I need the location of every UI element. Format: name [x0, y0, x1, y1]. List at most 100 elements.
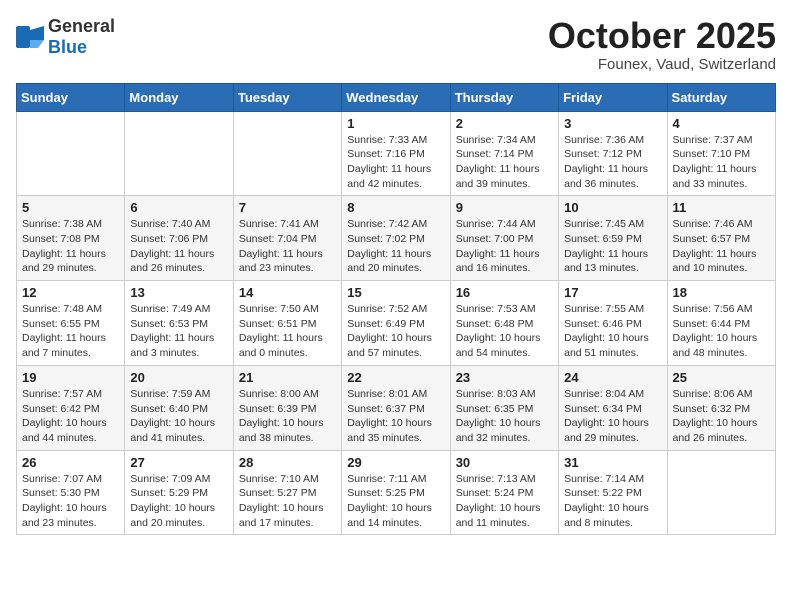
- weekday-header-thursday: Thursday: [450, 83, 558, 111]
- calendar-cell: [17, 111, 125, 196]
- day-info: Sunrise: 7:09 AM Sunset: 5:29 PM Dayligh…: [130, 472, 227, 531]
- day-info: Sunrise: 7:33 AM Sunset: 7:16 PM Dayligh…: [347, 133, 444, 192]
- day-number: 3: [564, 116, 661, 131]
- day-number: 10: [564, 200, 661, 215]
- day-info: Sunrise: 8:01 AM Sunset: 6:37 PM Dayligh…: [347, 387, 444, 446]
- calendar-cell: 1 Sunrise: 7:33 AM Sunset: 7:16 PM Daylig…: [342, 111, 450, 196]
- calendar-cell: [233, 111, 341, 196]
- day-number: 7: [239, 200, 336, 215]
- day-number: 18: [673, 285, 770, 300]
- calendar-cell: 17 Sunrise: 7:55 AM Sunset: 6:46 PM Dayli…: [559, 281, 667, 366]
- day-info: Sunrise: 7:14 AM Sunset: 5:22 PM Dayligh…: [564, 472, 661, 531]
- week-row-5: 26 Sunrise: 7:07 AM Sunset: 5:30 PM Dayli…: [17, 450, 776, 535]
- day-number: 30: [456, 455, 553, 470]
- calendar-header: General Blue October 2025 Founex, Vaud, …: [16, 16, 776, 73]
- calendar-cell: 31 Sunrise: 7:14 AM Sunset: 5:22 PM Dayli…: [559, 450, 667, 535]
- calendar-cell: 23 Sunrise: 8:03 AM Sunset: 6:35 PM Dayli…: [450, 365, 558, 450]
- calendar-cell: 13 Sunrise: 7:49 AM Sunset: 6:53 PM Dayli…: [125, 281, 233, 366]
- calendar-cell: 20 Sunrise: 7:59 AM Sunset: 6:40 PM Dayli…: [125, 365, 233, 450]
- day-number: 27: [130, 455, 227, 470]
- calendar-cell: [667, 450, 775, 535]
- calendar-cell: 4Sunrise: 7:37 AM Sunset: 7:10 PM Daylig…: [667, 111, 775, 196]
- calendar-cell: 11 Sunrise: 7:46 AM Sunset: 6:57 PM Dayli…: [667, 196, 775, 281]
- calendar-cell: 28 Sunrise: 7:10 AM Sunset: 5:27 PM Dayli…: [233, 450, 341, 535]
- calendar-cell: 16 Sunrise: 7:53 AM Sunset: 6:48 PM Dayli…: [450, 281, 558, 366]
- day-info: Sunrise: 7:45 AM Sunset: 6:59 PM Dayligh…: [564, 217, 661, 276]
- calendar-cell: 25 Sunrise: 8:06 AM Sunset: 6:32 PM Dayli…: [667, 365, 775, 450]
- calendar-table: SundayMondayTuesdayWednesdayThursdayFrid…: [16, 83, 776, 536]
- day-number: 19: [22, 370, 119, 385]
- day-info: Sunrise: 7:44 AM Sunset: 7:00 PM Dayligh…: [456, 217, 553, 276]
- day-info: Sunrise: 8:03 AM Sunset: 6:35 PM Dayligh…: [456, 387, 553, 446]
- day-info: Sunrise: 7:07 AM Sunset: 5:30 PM Dayligh…: [22, 472, 119, 531]
- weekday-header-wednesday: Wednesday: [342, 83, 450, 111]
- month-title: October 2025: [548, 16, 776, 56]
- week-row-3: 12 Sunrise: 7:48 AM Sunset: 6:55 PM Dayli…: [17, 281, 776, 366]
- day-number: 12: [22, 285, 119, 300]
- week-row-4: 19 Sunrise: 7:57 AM Sunset: 6:42 PM Dayli…: [17, 365, 776, 450]
- day-info: Sunrise: 7:40 AM Sunset: 7:06 PM Dayligh…: [130, 217, 227, 276]
- day-number: 1: [347, 116, 444, 131]
- weekday-header-monday: Monday: [125, 83, 233, 111]
- week-row-1: 1 Sunrise: 7:33 AM Sunset: 7:16 PM Daylig…: [17, 111, 776, 196]
- day-info: Sunrise: 7:41 AM Sunset: 7:04 PM Dayligh…: [239, 217, 336, 276]
- day-info: Sunrise: 7:55 AM Sunset: 6:46 PM Dayligh…: [564, 302, 661, 361]
- day-info: Sunrise: 7:38 AM Sunset: 7:08 PM Dayligh…: [22, 217, 119, 276]
- logo-general: General: [48, 16, 115, 36]
- calendar-cell: 24 Sunrise: 8:04 AM Sunset: 6:34 PM Dayli…: [559, 365, 667, 450]
- day-info: Sunrise: 7:10 AM Sunset: 5:27 PM Dayligh…: [239, 472, 336, 531]
- day-info: Sunrise: 8:04 AM Sunset: 6:34 PM Dayligh…: [564, 387, 661, 446]
- day-info: Sunrise: 7:48 AM Sunset: 6:55 PM Dayligh…: [22, 302, 119, 361]
- calendar-cell: 22 Sunrise: 8:01 AM Sunset: 6:37 PM Dayli…: [342, 365, 450, 450]
- weekday-header-saturday: Saturday: [667, 83, 775, 111]
- day-number: 28: [239, 455, 336, 470]
- logo-text: General Blue: [48, 16, 115, 58]
- day-number: 31: [564, 455, 661, 470]
- day-number: 16: [456, 285, 553, 300]
- day-number: 15: [347, 285, 444, 300]
- day-number: 2: [456, 116, 553, 131]
- weekday-header-row: SundayMondayTuesdayWednesdayThursdayFrid…: [17, 83, 776, 111]
- day-number: 17: [564, 285, 661, 300]
- week-row-2: 5 Sunrise: 7:38 AM Sunset: 7:08 PM Daylig…: [17, 196, 776, 281]
- logo-blue: Blue: [48, 37, 87, 57]
- day-number: 25: [673, 370, 770, 385]
- day-info: Sunrise: 8:06 AM Sunset: 6:32 PM Dayligh…: [673, 387, 770, 446]
- calendar-cell: 7 Sunrise: 7:41 AM Sunset: 7:04 PM Daylig…: [233, 196, 341, 281]
- day-number: 11: [673, 200, 770, 215]
- logo: General Blue: [16, 16, 115, 58]
- calendar-cell: 8 Sunrise: 7:42 AM Sunset: 7:02 PM Daylig…: [342, 196, 450, 281]
- calendar-cell: 6 Sunrise: 7:40 AM Sunset: 7:06 PM Daylig…: [125, 196, 233, 281]
- day-info: Sunrise: 7:50 AM Sunset: 6:51 PM Dayligh…: [239, 302, 336, 361]
- calendar-cell: 27 Sunrise: 7:09 AM Sunset: 5:29 PM Dayli…: [125, 450, 233, 535]
- day-number: 8: [347, 200, 444, 215]
- calendar-cell: 15Sunrise: 7:52 AM Sunset: 6:49 PM Dayli…: [342, 281, 450, 366]
- day-number: 14: [239, 285, 336, 300]
- location-title: Founex, Vaud, Switzerland: [548, 56, 776, 73]
- day-info: Sunrise: 7:57 AM Sunset: 6:42 PM Dayligh…: [22, 387, 119, 446]
- calendar-cell: 29Sunrise: 7:11 AM Sunset: 5:25 PM Dayli…: [342, 450, 450, 535]
- day-number: 20: [130, 370, 227, 385]
- calendar-cell: 30Sunrise: 7:13 AM Sunset: 5:24 PM Dayli…: [450, 450, 558, 535]
- day-number: 6: [130, 200, 227, 215]
- day-number: 5: [22, 200, 119, 215]
- calendar-cell: 21Sunrise: 8:00 AM Sunset: 6:39 PM Dayli…: [233, 365, 341, 450]
- day-number: 23: [456, 370, 553, 385]
- day-info: Sunrise: 8:00 AM Sunset: 6:39 PM Dayligh…: [239, 387, 336, 446]
- day-number: 24: [564, 370, 661, 385]
- day-number: 29: [347, 455, 444, 470]
- day-number: 13: [130, 285, 227, 300]
- day-info: Sunrise: 7:49 AM Sunset: 6:53 PM Dayligh…: [130, 302, 227, 361]
- day-info: Sunrise: 7:53 AM Sunset: 6:48 PM Dayligh…: [456, 302, 553, 361]
- day-info: Sunrise: 7:42 AM Sunset: 7:02 PM Dayligh…: [347, 217, 444, 276]
- calendar-cell: 2 Sunrise: 7:34 AM Sunset: 7:14 PM Daylig…: [450, 111, 558, 196]
- day-info: Sunrise: 7:59 AM Sunset: 6:40 PM Dayligh…: [130, 387, 227, 446]
- day-number: 26: [22, 455, 119, 470]
- day-info: Sunrise: 7:46 AM Sunset: 6:57 PM Dayligh…: [673, 217, 770, 276]
- weekday-header-sunday: Sunday: [17, 83, 125, 111]
- day-info: Sunrise: 7:34 AM Sunset: 7:14 PM Dayligh…: [456, 133, 553, 192]
- calendar-cell: 3Sunrise: 7:36 AM Sunset: 7:12 PM Daylig…: [559, 111, 667, 196]
- calendar-cell: 14 Sunrise: 7:50 AM Sunset: 6:51 PM Dayli…: [233, 281, 341, 366]
- day-number: 22: [347, 370, 444, 385]
- day-info: Sunrise: 7:56 AM Sunset: 6:44 PM Dayligh…: [673, 302, 770, 361]
